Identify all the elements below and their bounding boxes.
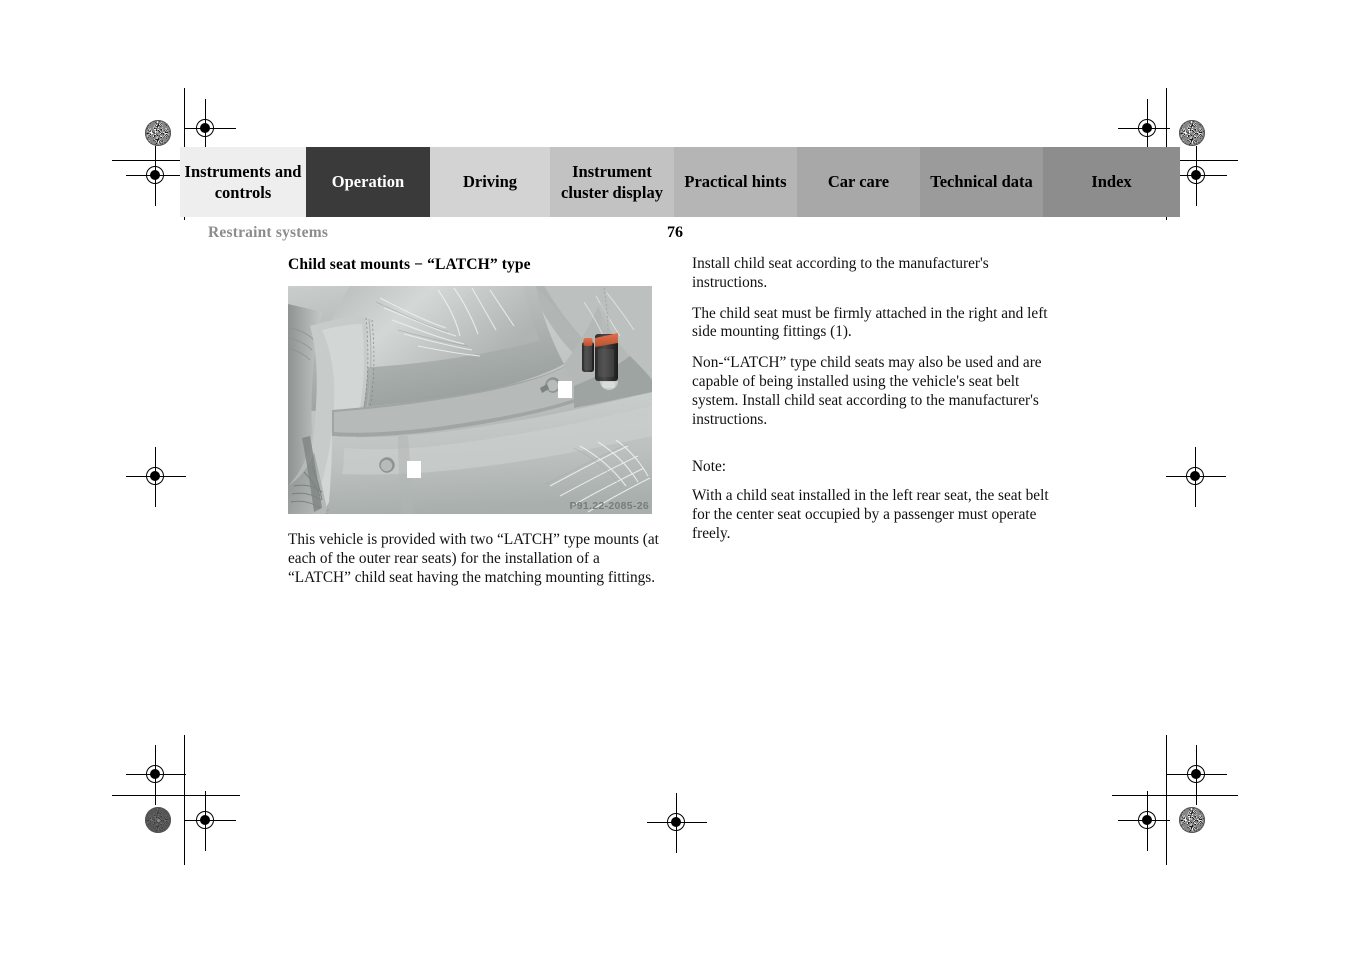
- running-head-chapter: Restraint systems: [208, 224, 329, 241]
- tab-label: Instrument cluster display: [561, 161, 663, 202]
- tab-label: Driving: [462, 172, 518, 192]
- rear-seat-latch-anchor-photo: P91.22-2085-26: [288, 286, 652, 515]
- right-column: Install child seat according to the manu…: [692, 255, 1067, 544]
- registration-crosshair-bottom-right-inner: [1118, 791, 1178, 851]
- trim-line-bottom-right-vertical: [1166, 735, 1167, 865]
- paragraph: Non-“LATCH” type child seats may also be…: [692, 354, 1042, 428]
- tab-label: Index: [1091, 172, 1132, 192]
- tab-driving[interactable]: Driving: [430, 147, 550, 217]
- paragraph: The child seat must be firmly attached i…: [692, 304, 1048, 341]
- chapter-tab-bar: Instruments and controls Operation Drivi…: [180, 147, 1180, 217]
- page-title: Child seat mounts − “LATCH” type: [288, 256, 531, 273]
- trim-line-bottom-left-horizontal: [112, 795, 240, 796]
- tab-car-care[interactable]: Car care: [797, 147, 920, 217]
- tab-index[interactable]: Index: [1043, 147, 1180, 217]
- tab-label: Practical hints: [684, 172, 787, 192]
- tab-practical-hints[interactable]: Practical hints: [674, 147, 797, 217]
- registration-crosshair-bottom-left-outer: [126, 745, 186, 805]
- running-head: Restraint systems 76: [208, 224, 683, 242]
- registration-crosshair-top-left-outer: [126, 146, 186, 206]
- callout-marker-1-lower: [407, 461, 421, 479]
- trim-line-bottom-left-vertical: [184, 735, 185, 865]
- note-label: Note:: [692, 457, 726, 475]
- tab-label: Operation: [331, 172, 405, 192]
- trim-line-bottom-right-horizontal: [1112, 795, 1238, 796]
- registration-crosshair-middle-left: [126, 447, 186, 507]
- registration-crosshair-bottom-center: [647, 793, 707, 853]
- tab-label: Instruments and controls: [184, 161, 302, 202]
- densitometer-target-bottom-left: [145, 807, 171, 833]
- densitometer-target-top-left: [145, 120, 171, 146]
- tab-operation[interactable]: Operation: [306, 147, 430, 217]
- manual-page: Instruments and controls Operation Drivi…: [0, 0, 1351, 954]
- tab-technical-data[interactable]: Technical data: [920, 147, 1043, 217]
- densitometer-target-bottom-right: [1179, 807, 1205, 833]
- paragraph: This vehicle is provided with two “LATCH…: [288, 531, 659, 586]
- paragraph: Install child seat according to the manu…: [692, 255, 989, 291]
- registration-crosshair-bottom-left-inner: [176, 791, 236, 851]
- tab-label: Technical data: [930, 172, 1033, 192]
- tab-instruments-and-controls[interactable]: Instruments and controls: [180, 147, 306, 217]
- registration-crosshair-middle-right: [1166, 447, 1226, 507]
- densitometer-target-top-right: [1179, 120, 1205, 146]
- registration-crosshair-bottom-right-outer: [1167, 745, 1227, 805]
- tab-instrument-cluster-display[interactable]: Instrument cluster display: [550, 147, 674, 217]
- figure-code: P91.22-2085-26: [569, 500, 649, 513]
- left-column: Child seat mounts − “LATCH” type P91.22-…: [288, 255, 663, 588]
- note-paragraph: With a child seat installed in the left …: [692, 487, 1049, 542]
- tab-label: Car care: [827, 172, 890, 192]
- callout-marker-1-upper: [558, 381, 572, 399]
- page-number: 76: [667, 224, 683, 241]
